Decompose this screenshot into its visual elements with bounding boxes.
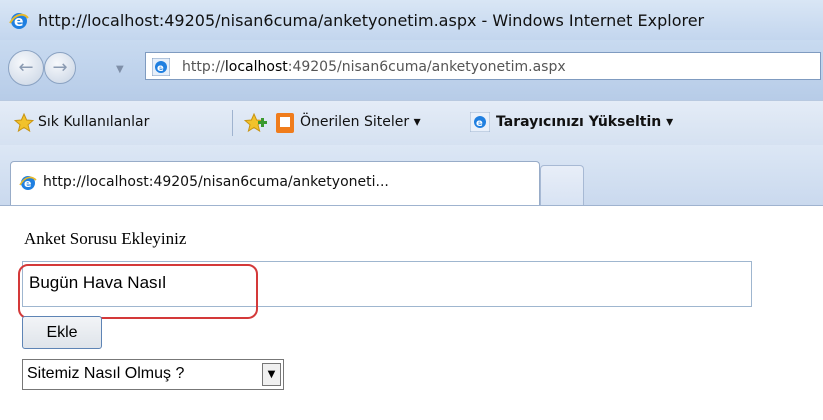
history-dropdown-icon[interactable]: ▼ bbox=[116, 64, 124, 75]
new-tab-button[interactable] bbox=[540, 165, 584, 205]
favorites-bar: Sık Kullanılanlar Önerilen Siteler ▾ e T… bbox=[0, 100, 823, 146]
back-arrow-icon: ← bbox=[18, 57, 34, 78]
page-content: Anket Sorusu Ekleyiniz Bugün Hava Nasıl … bbox=[0, 205, 823, 420]
back-button[interactable]: ← bbox=[8, 50, 44, 86]
svg-text:e: e bbox=[157, 63, 164, 74]
tab-strip: e http://localhost:49205/nisan6cuma/anke… bbox=[0, 145, 823, 205]
forward-arrow-icon: → bbox=[52, 57, 68, 78]
add-favorites-icon[interactable] bbox=[243, 112, 268, 137]
favorites-star-icon bbox=[13, 112, 35, 137]
suggested-sites-icon bbox=[275, 112, 295, 138]
forward-button[interactable]: → bbox=[44, 52, 76, 84]
favorites-label[interactable]: Sık Kullanılanlar bbox=[38, 114, 149, 130]
address-bar[interactable]: e http://localhost:49205/nisan6cuma/anke… bbox=[145, 52, 821, 80]
window-title: http://localhost:49205/nisan6cuma/ankety… bbox=[38, 11, 705, 30]
favorites-separator bbox=[232, 110, 233, 136]
annotation-highlight bbox=[18, 264, 258, 319]
tab-label: http://localhost:49205/nisan6cuma/ankety… bbox=[43, 174, 389, 190]
address-url: http://localhost:49205/nisan6cuma/ankety… bbox=[182, 59, 566, 75]
survey-select-value: Sitemiz Nasıl Olmuş ? bbox=[27, 365, 185, 382]
window-titlebar: e http://localhost:49205/nisan6cuma/anke… bbox=[0, 0, 823, 40]
tab-ie-icon: e bbox=[19, 174, 37, 192]
upgrade-ie-icon: e bbox=[469, 111, 491, 136]
survey-select[interactable]: Sitemiz Nasıl Olmuş ? ▼ bbox=[22, 359, 284, 390]
add-button[interactable]: Ekle bbox=[22, 316, 102, 349]
dropdown-arrow-icon[interactable]: ▼ bbox=[262, 363, 281, 386]
internet-explorer-icon: e bbox=[8, 10, 30, 32]
navigation-bar: ← → ▼ e http://localhost:49205/nisan6cum… bbox=[0, 40, 823, 100]
suggested-sites-link[interactable]: Önerilen Siteler ▾ bbox=[300, 114, 421, 130]
tab-active[interactable]: e http://localhost:49205/nisan6cuma/anke… bbox=[10, 161, 540, 205]
page-ie-icon: e bbox=[151, 57, 171, 77]
upgrade-browser-link[interactable]: Tarayıcınızı Yükseltin ▾ bbox=[496, 114, 673, 130]
svg-text:e: e bbox=[476, 118, 483, 129]
question-label: Anket Sorusu Ekleyiniz bbox=[24, 229, 187, 248]
